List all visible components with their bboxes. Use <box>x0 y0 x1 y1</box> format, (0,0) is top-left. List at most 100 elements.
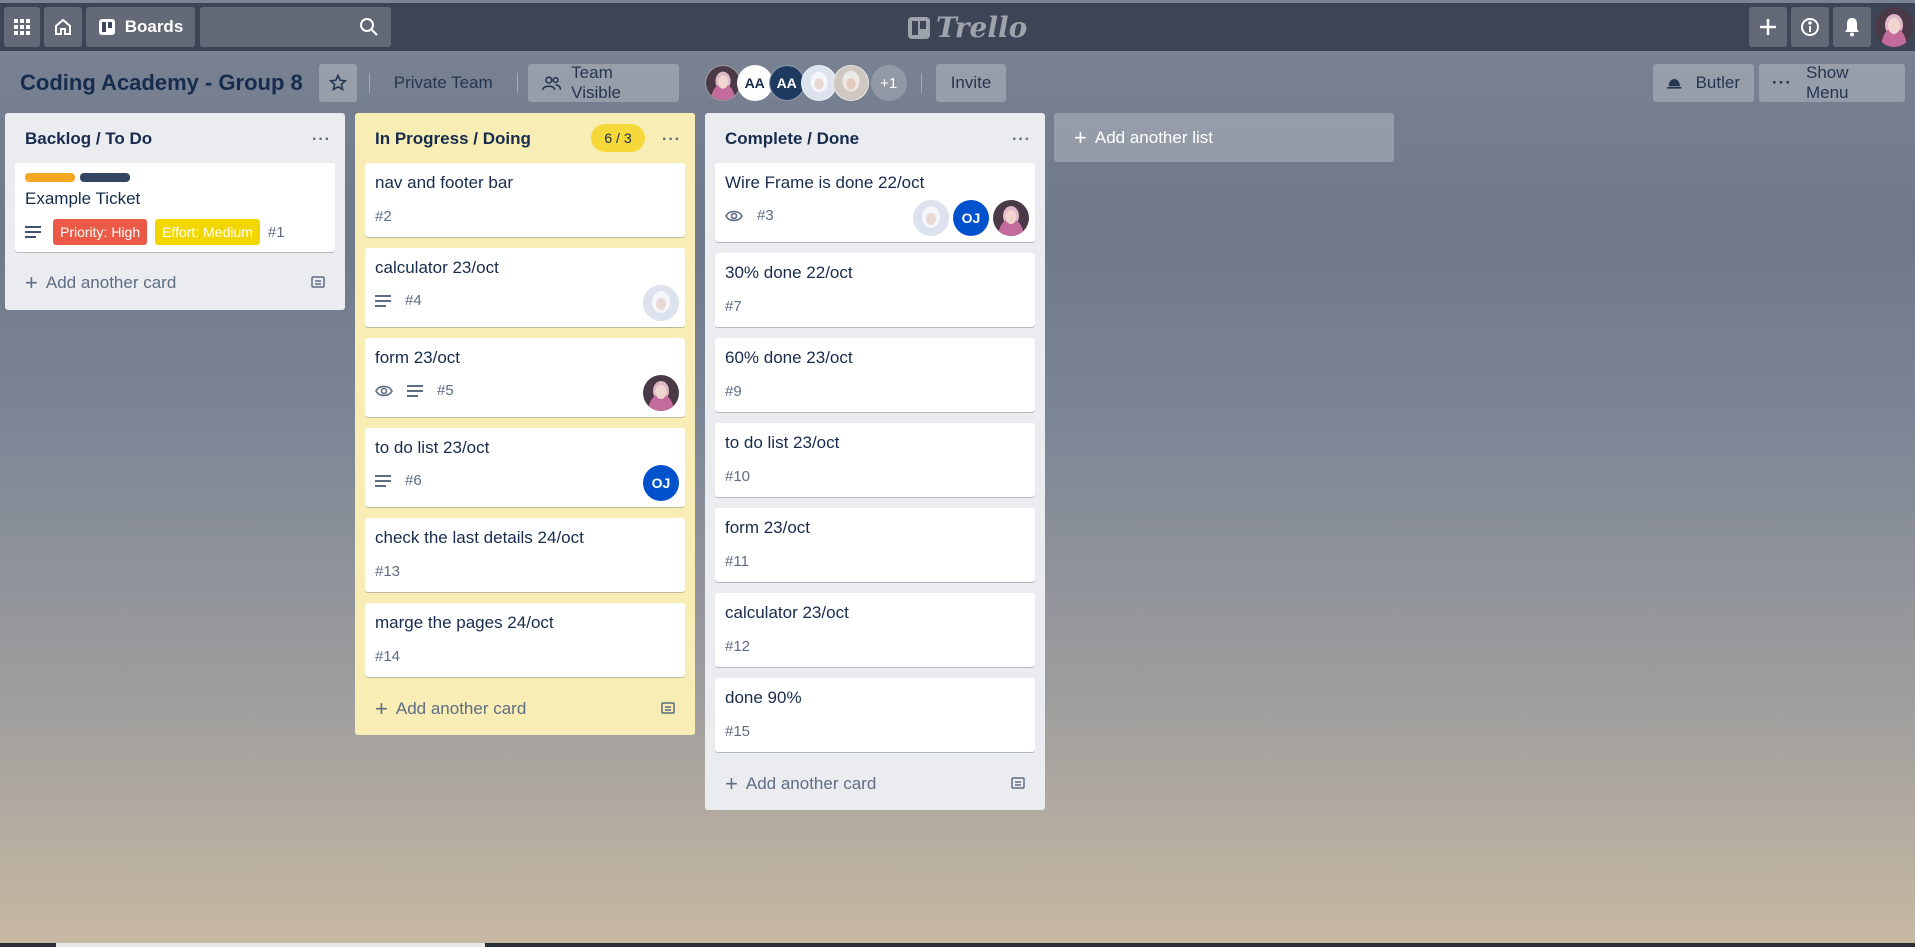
card[interactable]: form 23/oct #5 <box>365 338 685 417</box>
info-icon[interactable] <box>1791 7 1829 47</box>
card[interactable]: calculator 23/oct #12 <box>715 593 1035 667</box>
search-input[interactable] <box>200 7 391 47</box>
add-card-label: Add another card <box>45 273 177 292</box>
card-template-icon[interactable] <box>310 274 326 290</box>
member-avatar-initials[interactable]: OJ <box>643 465 679 501</box>
butler-label: Butler <box>1695 73 1740 92</box>
card-number: #15 <box>725 723 751 740</box>
card-title: 60% done 23/oct <box>725 348 853 367</box>
list-done: Complete / Done ··· Wire Frame is done 2… <box>705 113 1045 810</box>
list-title[interactable]: In Progress / Doing <box>375 129 531 149</box>
team-visible-button[interactable]: Team Visible <box>527 63 679 102</box>
list-menu-ellipsis-icon[interactable]: ··· <box>312 131 331 149</box>
card[interactable]: 30% done 22/oct #7 <box>715 253 1035 327</box>
effort-label: Effort: Medium <box>155 219 260 245</box>
member-avatar-initials[interactable]: AA <box>768 65 805 101</box>
create-plus-icon[interactable] <box>1749 7 1787 47</box>
add-card-button[interactable]: + Add another card <box>375 696 527 721</box>
member-avatar[interactable] <box>643 375 679 411</box>
top-navigation-bar: Boards Trello <box>0 3 1915 51</box>
label-bar-dark[interactable] <box>80 173 130 182</box>
card[interactable]: check the last details 24/oct #13 <box>365 518 685 592</box>
boards-button[interactable]: Boards <box>86 7 195 47</box>
boards-label: Boards <box>124 17 184 36</box>
card[interactable]: done 90% #15 <box>715 678 1035 752</box>
board-icon <box>98 19 115 35</box>
card-number: #12 <box>725 638 751 655</box>
card-number: #7 <box>725 298 742 315</box>
card[interactable]: nav and footer bar #2 <box>365 163 685 237</box>
plus-icon: + <box>375 696 388 721</box>
user-avatar[interactable] <box>1875 7 1913 47</box>
member-initials: AA <box>744 75 765 91</box>
add-card-label: Add another card <box>395 699 527 718</box>
card-number: #2 <box>375 208 392 225</box>
private-team-button[interactable]: Private Team <box>370 64 517 102</box>
star-icon[interactable] <box>318 64 357 102</box>
more-members-button[interactable]: +1 <box>870 65 907 101</box>
card[interactable]: to do list 23/oct #6 OJ <box>365 428 685 507</box>
card[interactable]: 60% done 23/oct #9 <box>715 338 1035 412</box>
invite-label: Invite <box>950 73 992 92</box>
plus-icon: + <box>725 771 738 796</box>
plus-icon: + <box>1074 124 1087 150</box>
search-icon <box>360 18 378 36</box>
card-number: #4 <box>405 292 422 309</box>
add-card-button[interactable]: + Add another card <box>725 771 876 796</box>
member-avatar[interactable] <box>704 65 741 101</box>
label-bar-orange[interactable] <box>25 173 75 182</box>
list-doing: In Progress / Doing 6 / 3 ··· nav and fo… <box>355 113 695 735</box>
apps-grid-icon[interactable] <box>4 7 40 47</box>
trello-logo[interactable]: Trello <box>907 11 1027 44</box>
member-avatar-initials[interactable]: AA <box>736 65 773 101</box>
wip-limit-badge: 6 / 3 <box>591 124 645 152</box>
show-menu-button[interactable]: ··· Show Menu <box>1759 63 1905 102</box>
list-title[interactable]: Complete / Done <box>725 129 859 149</box>
member-avatar[interactable] <box>993 200 1029 236</box>
card-number: #5 <box>437 382 454 399</box>
butler-button[interactable]: Butler <box>1653 64 1754 102</box>
description-icon <box>375 294 391 307</box>
home-icon[interactable] <box>44 7 82 47</box>
card-title: form 23/oct <box>375 348 461 367</box>
card-template-icon[interactable] <box>1010 775 1026 791</box>
taskbar-segment <box>56 943 485 947</box>
list-backlog: Backlog / To Do ··· Example Ticket Prior… <box>5 113 345 310</box>
card[interactable]: calculator 23/oct #4 <box>365 248 685 327</box>
trello-logo-icon <box>908 16 930 39</box>
taskbar-strip <box>0 943 1915 947</box>
card-number: #6 <box>405 472 422 489</box>
logo-text: Trello <box>936 11 1028 44</box>
member-avatar[interactable] <box>832 65 869 101</box>
add-card-button[interactable]: + Add another card <box>25 270 177 295</box>
invite-button[interactable]: Invite <box>935 64 1007 102</box>
card-example-ticket[interactable]: Example Ticket Priority: High Effort: Me… <box>15 163 335 252</box>
private-team-label: Private Team <box>393 73 493 92</box>
description-icon <box>407 384 423 397</box>
member-avatar[interactable] <box>913 200 949 236</box>
card-title: form 23/oct <box>725 518 811 537</box>
notification-bell-icon[interactable] <box>1833 7 1871 47</box>
card-title: check the last details 24/oct <box>375 528 584 547</box>
card-number: #11 <box>725 553 749 570</box>
member-avatar[interactable] <box>643 285 679 321</box>
list-menu-ellipsis-icon[interactable]: ··· <box>1012 131 1031 149</box>
divider <box>920 73 922 93</box>
card[interactable]: form 23/oct #11 <box>715 508 1035 582</box>
add-list-button[interactable]: + Add another list <box>1054 113 1394 162</box>
member-avatar-initials[interactable]: OJ <box>953 200 989 236</box>
card-title: done 90% <box>725 688 802 707</box>
member-avatar[interactable] <box>800 65 837 101</box>
add-list-label: Add another list <box>1094 127 1213 147</box>
list-menu-ellipsis-icon[interactable]: ··· <box>662 131 681 149</box>
plus-icon: + <box>25 270 38 295</box>
card[interactable]: marge the pages 24/oct #14 <box>365 603 685 677</box>
description-icon <box>375 474 391 487</box>
card-title: marge the pages 24/oct <box>375 613 554 632</box>
list-title[interactable]: Backlog / To Do <box>25 129 152 149</box>
card[interactable]: Wire Frame is done 22/oct #3 OJ <box>715 163 1035 242</box>
board-title[interactable]: Coding Academy - Group 8 <box>20 70 303 96</box>
card[interactable]: to do list 23/oct #10 <box>715 423 1035 497</box>
team-icon <box>541 76 561 91</box>
card-template-icon[interactable] <box>660 700 676 716</box>
